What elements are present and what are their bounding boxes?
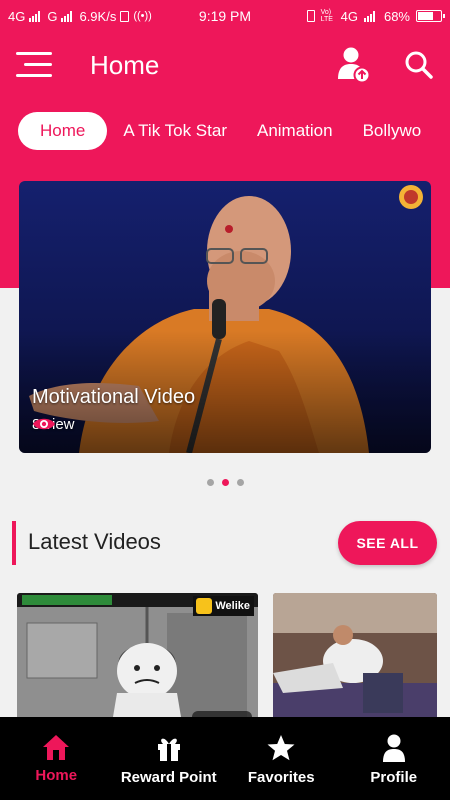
section-title: Latest Videos (28, 529, 161, 554)
slider-dot[interactable] (236, 479, 244, 486)
nav-label: Favorites (247, 769, 315, 786)
star-icon (267, 735, 295, 761)
video-card[interactable]: Welike (17, 593, 258, 723)
nav-reward-point[interactable]: Reward Point (113, 717, 226, 800)
tab-animation[interactable]: Animation (257, 121, 333, 141)
slider-dot[interactable] (206, 479, 214, 486)
watermark-label: Welike (215, 600, 250, 612)
featured-video-views: 8 view (32, 416, 75, 433)
app-bar: Home (0, 40, 450, 92)
nav-favorites[interactable]: Favorites (225, 717, 338, 800)
user-upload-icon[interactable] (336, 46, 372, 86)
slider-indicator (0, 479, 450, 486)
home-icon (43, 735, 70, 760)
category-tabs: Home A Tik Tok Star Animation Bollywo (18, 112, 450, 150)
nav-label: Home (35, 767, 78, 784)
watermark-badge: Welike (193, 596, 254, 616)
featured-video-title: Motivational Video (32, 386, 196, 408)
battery-icon (416, 10, 445, 22)
tab-home[interactable]: Home (18, 112, 108, 150)
section-accent-bar (12, 521, 16, 565)
status-bar: 4G G 6.9K/s ((•)) 9:19 PM Vo) LTE 4G 68% (0, 0, 450, 32)
tab-bollywood[interactable]: Bollywo (363, 121, 422, 141)
person-icon (382, 734, 405, 762)
see-all-button[interactable]: SEE ALL (338, 521, 437, 565)
bottom-navigation: Home Reward Point Favorites Profile (0, 717, 450, 800)
nav-profile[interactable]: Profile (338, 717, 450, 800)
clock: 9:19 PM (198, 8, 252, 24)
video-thumbnail (273, 593, 437, 723)
gift-icon (157, 738, 180, 761)
video-card[interactable] (273, 593, 437, 723)
menu-icon[interactable] (16, 52, 52, 78)
page-title: Home (90, 50, 160, 80)
slider-dot-active[interactable] (221, 479, 229, 486)
nav-label: Reward Point (120, 769, 217, 786)
nav-label: Profile (370, 769, 418, 786)
nav-home[interactable]: Home (0, 717, 113, 800)
tab-a-tik-tok-star[interactable]: A Tik Tok Star (123, 121, 227, 141)
featured-video-card[interactable]: Motivational Video 8 view (19, 181, 431, 453)
eye-icon (33, 418, 55, 430)
featured-video-thumbnail (19, 181, 431, 453)
welike-logo-icon (196, 598, 213, 614)
search-icon[interactable] (404, 50, 434, 80)
